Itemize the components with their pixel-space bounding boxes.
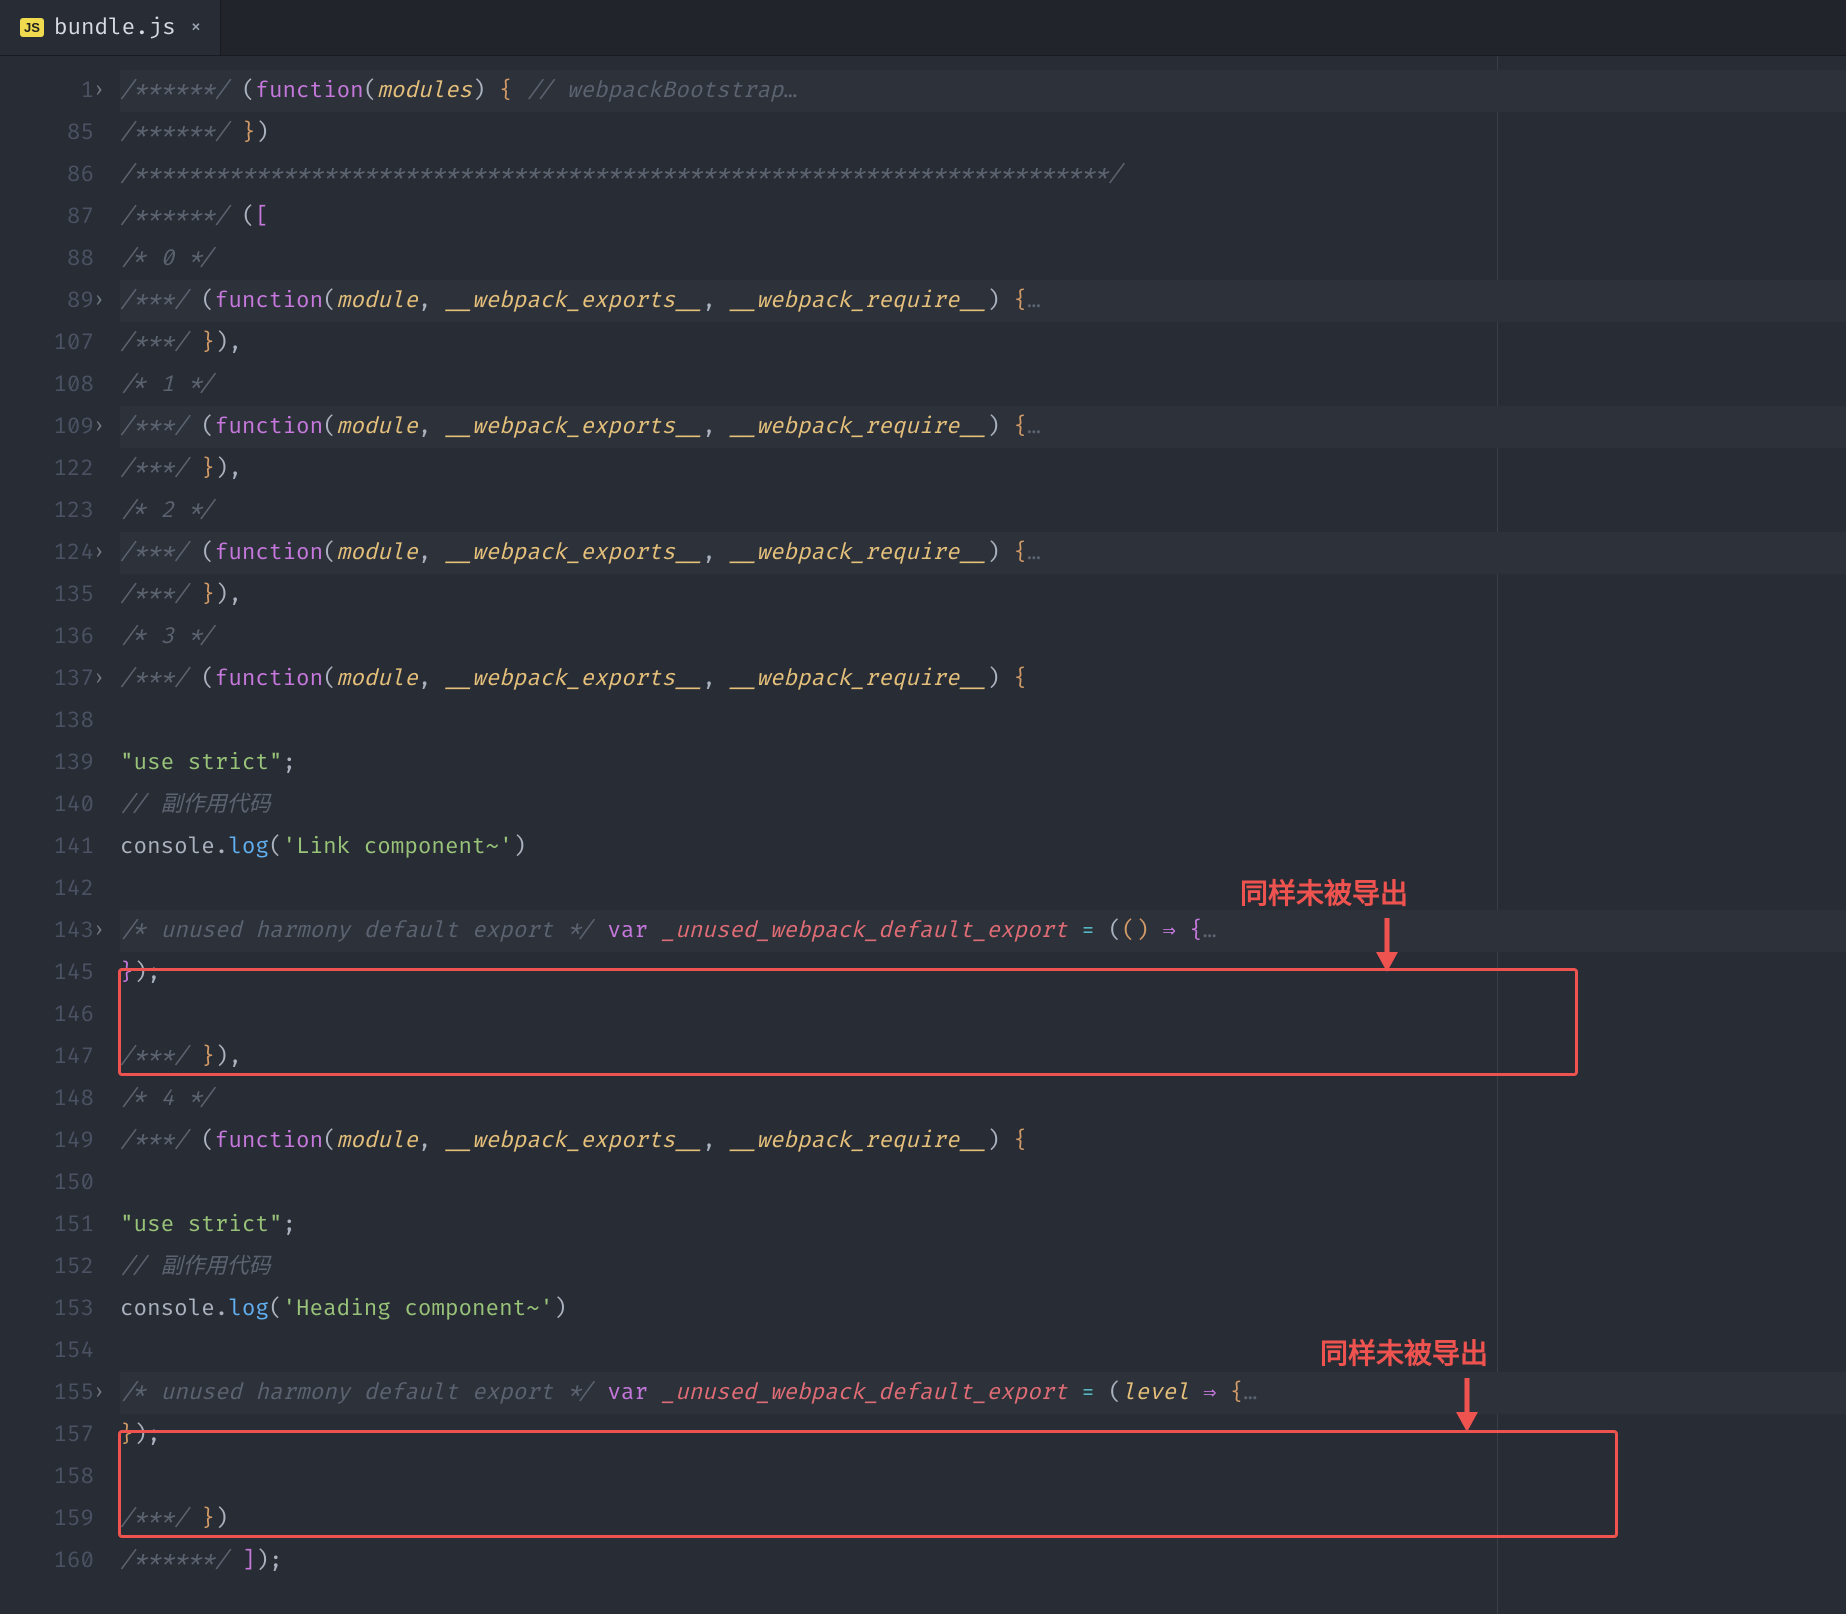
close-icon[interactable]: × (186, 16, 206, 40)
code-line: /***/ }), (120, 574, 1846, 616)
fold-chevron-icon[interactable]: › (88, 910, 110, 952)
line-number: 123 (0, 490, 108, 532)
line-number: 158 (0, 1456, 108, 1498)
code-line: }); (120, 1414, 1846, 1456)
line-number: 142 (0, 868, 108, 910)
code-line (120, 1162, 1846, 1204)
line-number: 148 (0, 1078, 108, 1120)
code-line: console.log('Heading component~') (120, 1288, 1846, 1330)
line-number: 137› (0, 658, 108, 700)
line-number: 150 (0, 1162, 108, 1204)
line-number: 155› (0, 1372, 108, 1414)
line-number: 135 (0, 574, 108, 616)
tab-bundle-js[interactable]: JS bundle.js × (0, 0, 221, 55)
code-line: // 副作用代码 (120, 1246, 1846, 1288)
line-number: 122 (0, 448, 108, 490)
line-number: 145 (0, 952, 108, 994)
line-number: 124› (0, 532, 108, 574)
code-line: /******/ }) (120, 112, 1846, 154)
code-content[interactable]: /******/ (function(modules) { // webpack… (108, 56, 1846, 1614)
code-line (120, 1330, 1846, 1372)
line-number: 151 (0, 1204, 108, 1246)
code-line: /***/ }), (120, 1036, 1846, 1078)
line-number: 89› (0, 280, 108, 322)
fold-chevron-icon[interactable]: › (88, 406, 110, 448)
code-area[interactable]: 1›8586878889›107108109›122123124›1351361… (0, 56, 1846, 1614)
code-line: /******/ ([ (120, 196, 1846, 238)
code-line (120, 994, 1846, 1036)
line-number: 88 (0, 238, 108, 280)
js-file-icon: JS (20, 18, 44, 37)
line-number: 107 (0, 322, 108, 364)
code-line: /* unused harmony default export */ var … (120, 1372, 1846, 1414)
code-line: /***/ }), (120, 448, 1846, 490)
code-line: /***/ (function(module, __webpack_export… (120, 280, 1846, 322)
code-line: /* 0 */ (120, 238, 1846, 280)
line-number: 141 (0, 826, 108, 868)
fold-chevron-icon[interactable]: › (88, 1372, 110, 1414)
code-line: /***/ (function(module, __webpack_export… (120, 658, 1846, 700)
fold-chevron-icon[interactable]: › (88, 70, 110, 112)
line-number: 143› (0, 910, 108, 952)
fold-chevron-icon[interactable]: › (88, 532, 110, 574)
line-number: 86 (0, 154, 108, 196)
code-line: /* 3 */ (120, 616, 1846, 658)
line-number: 138 (0, 700, 108, 742)
line-number: 160 (0, 1540, 108, 1582)
line-number: 108 (0, 364, 108, 406)
line-number: 152 (0, 1246, 108, 1288)
gutter: 1›8586878889›107108109›122123124›1351361… (0, 56, 108, 1614)
line-number: 139 (0, 742, 108, 784)
code-line: "use strict"; (120, 742, 1846, 784)
line-number: 149 (0, 1120, 108, 1162)
code-line: // 副作用代码 (120, 784, 1846, 826)
fold-chevron-icon[interactable]: › (88, 280, 110, 322)
code-line: console.log('Link component~') (120, 826, 1846, 868)
code-line: /***************************************… (120, 154, 1846, 196)
line-number: 147 (0, 1036, 108, 1078)
line-number: 154 (0, 1330, 108, 1372)
code-line: /***/ (function(module, __webpack_export… (120, 406, 1846, 448)
line-number: 87 (0, 196, 108, 238)
code-line: /***/ (function(module, __webpack_export… (120, 1120, 1846, 1162)
line-number: 136 (0, 616, 108, 658)
fold-chevron-icon[interactable]: › (88, 658, 110, 700)
code-line: "use strict"; (120, 1204, 1846, 1246)
line-number: 159 (0, 1498, 108, 1540)
code-line: /* 4 */ (120, 1078, 1846, 1120)
code-line (120, 1456, 1846, 1498)
code-line: /******/ ]); (120, 1540, 1846, 1582)
line-number: 85 (0, 112, 108, 154)
code-line: /***/ }) (120, 1498, 1846, 1540)
line-number: 153 (0, 1288, 108, 1330)
editor-root: JS bundle.js × 1›8586878889›107108109›12… (0, 0, 1846, 1614)
code-line (120, 868, 1846, 910)
tab-label: bundle.js (54, 14, 176, 41)
code-line: /* 1 */ (120, 364, 1846, 406)
code-line: /***/ }), (120, 322, 1846, 364)
code-line: }); (120, 952, 1846, 994)
line-number: 1› (0, 70, 108, 112)
line-number: 109› (0, 406, 108, 448)
line-number: 157 (0, 1414, 108, 1456)
code-line (120, 700, 1846, 742)
code-line: /* unused harmony default export */ var … (120, 910, 1846, 952)
line-number: 146 (0, 994, 108, 1036)
code-line: /* 2 */ (120, 490, 1846, 532)
tab-bar: JS bundle.js × (0, 0, 1846, 56)
code-line: /***/ (function(module, __webpack_export… (120, 532, 1846, 574)
code-line: /******/ (function(modules) { // webpack… (120, 70, 1846, 112)
line-number: 140 (0, 784, 108, 826)
